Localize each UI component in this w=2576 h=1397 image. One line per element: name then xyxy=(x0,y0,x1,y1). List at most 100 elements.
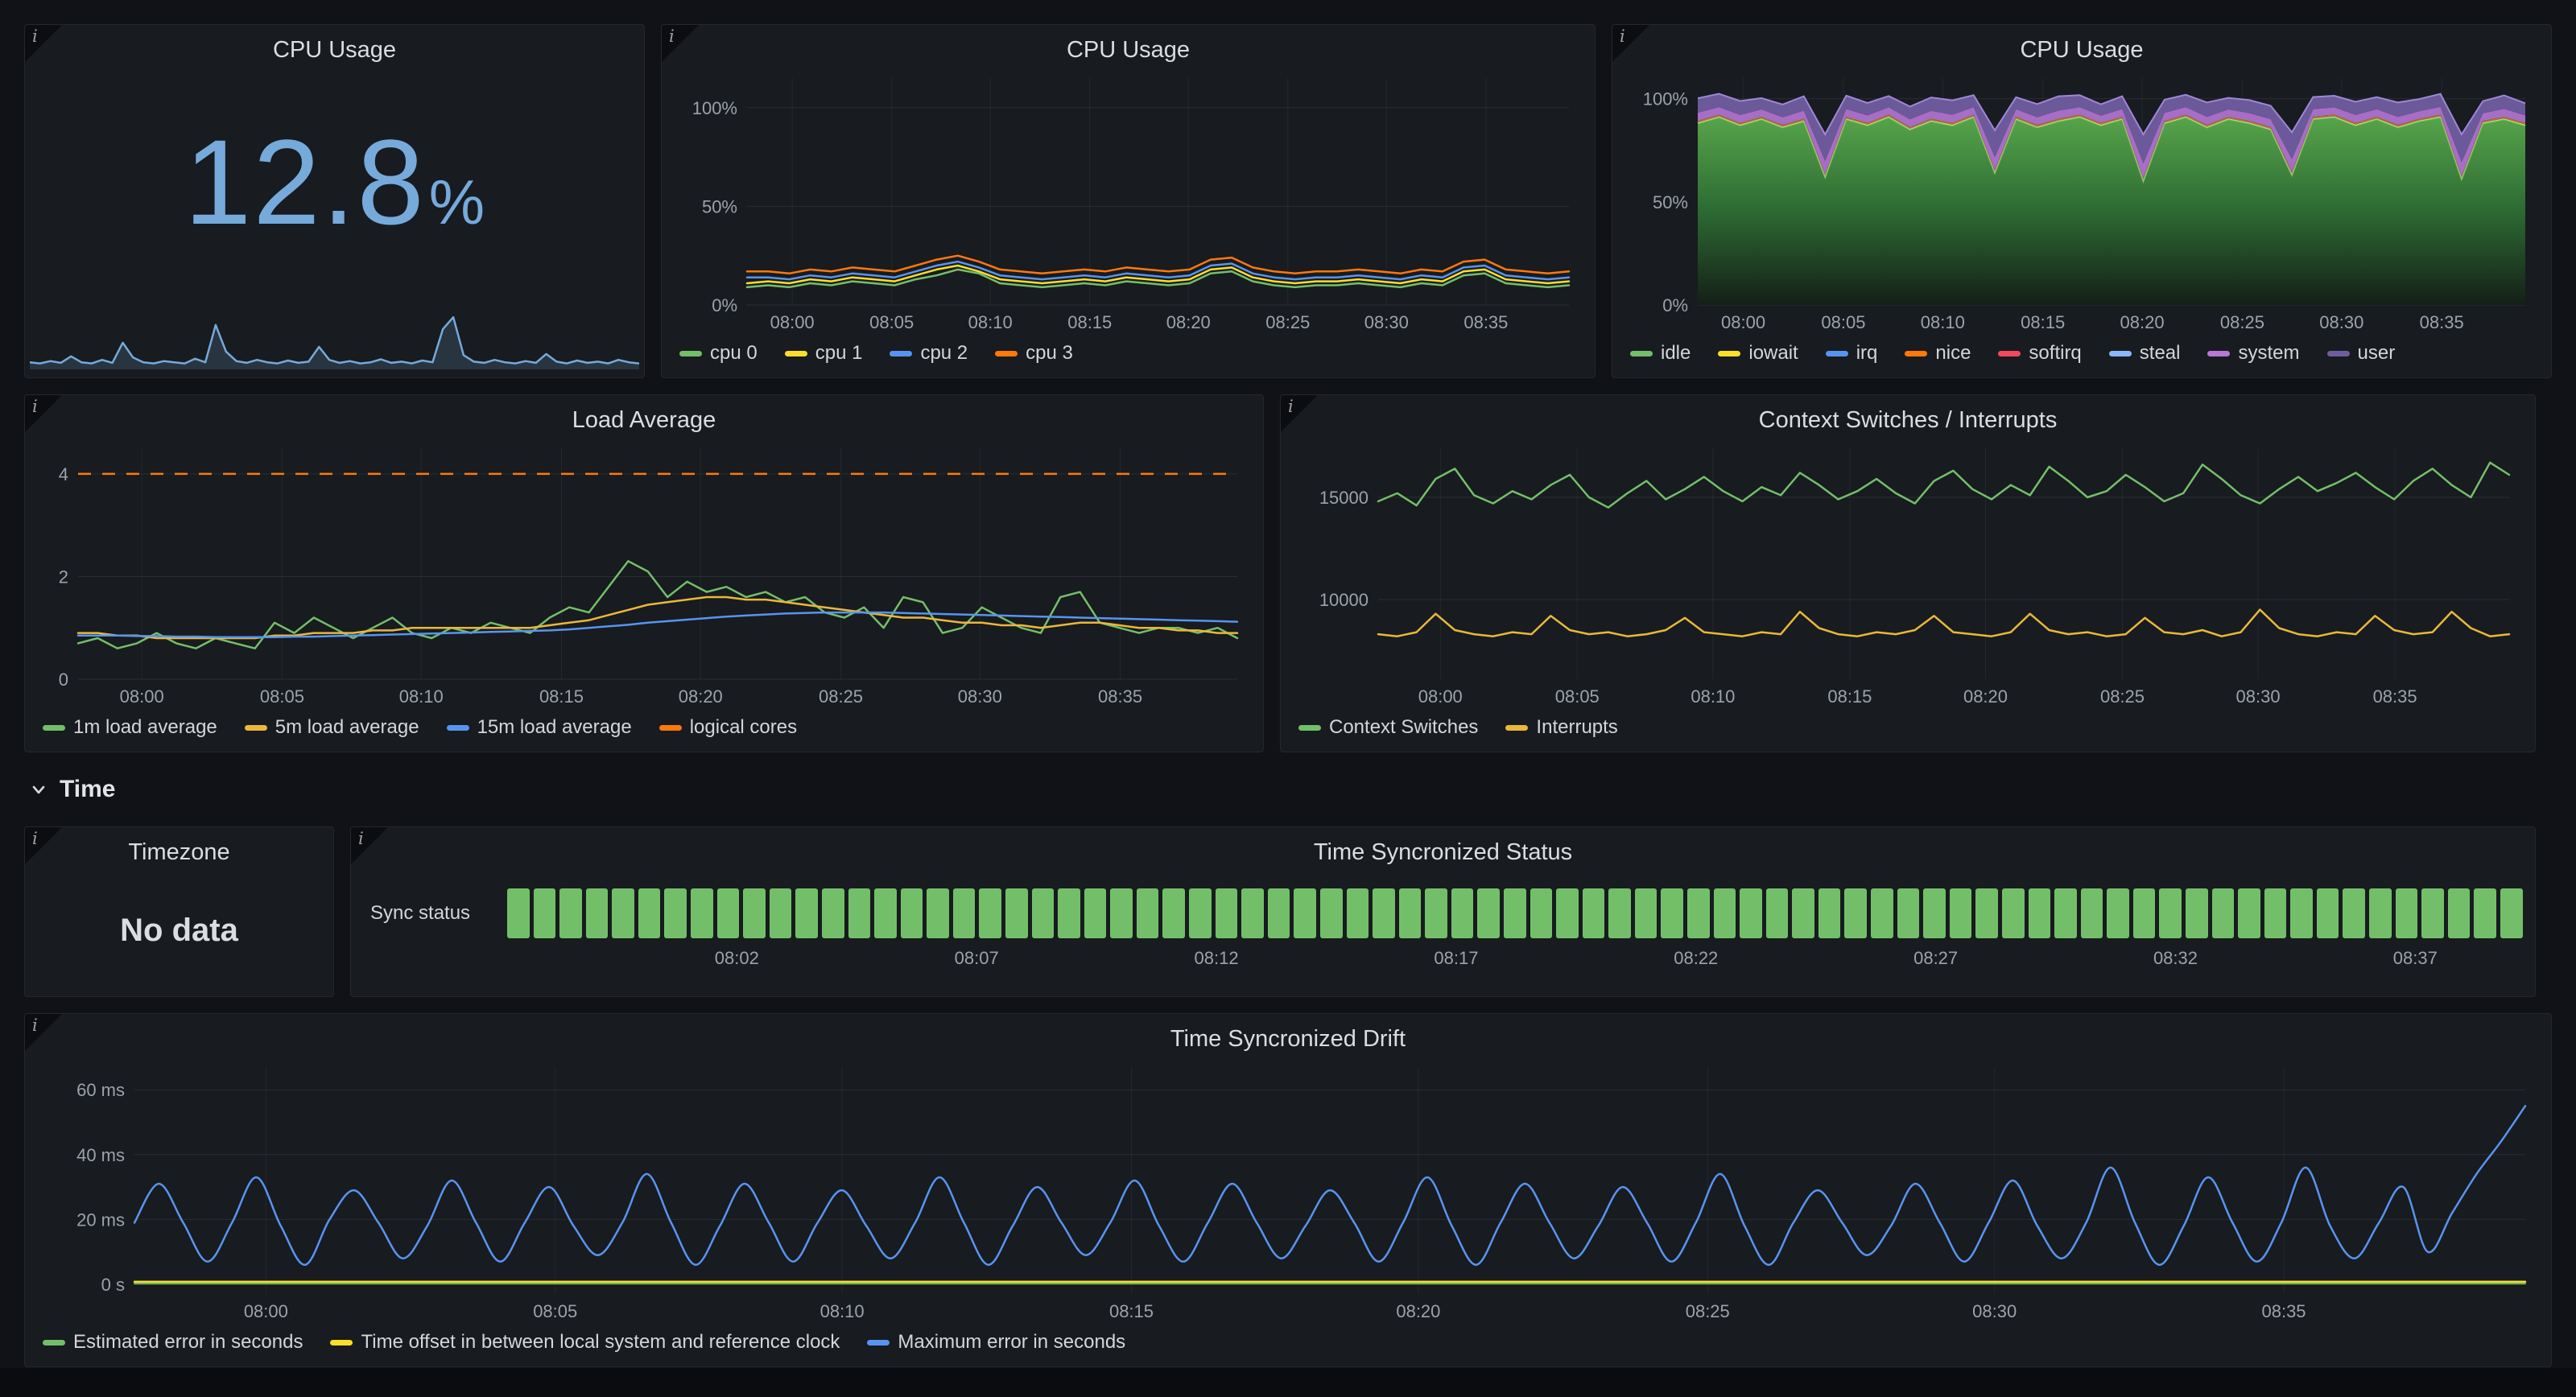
legend-item[interactable]: Time offset in between local system and … xyxy=(330,1331,840,1354)
status-cell[interactable] xyxy=(1425,888,1447,938)
status-cell[interactable] xyxy=(1530,888,1553,938)
status-cell[interactable] xyxy=(953,888,976,938)
status-cell[interactable] xyxy=(2054,888,2077,938)
status-cell[interactable] xyxy=(1504,888,1526,938)
status-cell[interactable] xyxy=(2107,888,2129,938)
legend-item[interactable]: iowait xyxy=(1718,342,1798,365)
status-cell[interactable] xyxy=(1661,888,1683,938)
panel-title[interactable]: CPU Usage xyxy=(38,31,631,68)
status-cell[interactable] xyxy=(979,888,1001,938)
status-cell[interactable] xyxy=(507,888,530,938)
status-cell[interactable] xyxy=(664,888,687,938)
status-cell[interactable] xyxy=(901,888,923,938)
cpu-per-core-chart[interactable]: 08:0008:0508:1008:1508:2008:2508:3008:35… xyxy=(675,68,1582,336)
legend-item[interactable]: system xyxy=(2207,342,2299,365)
status-cell[interactable] xyxy=(1451,888,1474,938)
legend-item[interactable]: logical cores xyxy=(659,716,797,739)
status-cell[interactable] xyxy=(1058,888,1080,938)
status-cell[interactable] xyxy=(2369,888,2392,938)
status-cell[interactable] xyxy=(586,888,609,938)
status-cell[interactable] xyxy=(2159,888,2182,938)
status-cell[interactable] xyxy=(1871,888,1893,938)
status-cell[interactable] xyxy=(1635,888,1657,938)
legend-item[interactable]: Interrupts xyxy=(1505,716,1617,739)
context-switches-chart[interactable]: 08:0008:0508:1008:1508:2008:2508:3008:35… xyxy=(1294,439,2522,710)
status-cell[interactable] xyxy=(1241,888,1264,938)
legend-item[interactable]: 15m load average xyxy=(447,716,632,739)
cpu-stacked-chart[interactable]: 08:0008:0508:1008:1508:2008:2508:3008:35… xyxy=(1625,68,2538,336)
status-cell[interactable] xyxy=(1162,888,1185,938)
status-cell[interactable] xyxy=(2343,888,2365,938)
legend-item[interactable]: Context Switches xyxy=(1298,716,1478,739)
status-cell[interactable] xyxy=(1137,888,1159,938)
legend-item[interactable]: cpu 2 xyxy=(890,342,968,365)
panel-title[interactable]: Load Average xyxy=(38,402,1250,439)
status-cell[interactable] xyxy=(743,888,766,938)
status-cell[interactable] xyxy=(717,888,740,938)
legend-item[interactable]: user xyxy=(2327,342,2396,365)
status-cell[interactable] xyxy=(1897,888,1920,938)
status-cell[interactable] xyxy=(1950,888,1972,938)
status-cell[interactable] xyxy=(1844,888,1867,938)
status-cell[interactable] xyxy=(1740,888,1762,938)
status-cell[interactable] xyxy=(691,888,713,938)
status-cell[interactable] xyxy=(1792,888,1814,938)
status-cell[interactable] xyxy=(1032,888,1055,938)
status-cell[interactable] xyxy=(2421,888,2444,938)
legend-item[interactable]: nice xyxy=(1905,342,1971,365)
status-cell[interactable] xyxy=(1923,888,1946,938)
legend-item[interactable]: Estimated error in seconds xyxy=(43,1331,303,1354)
status-cell[interactable] xyxy=(1818,888,1841,938)
status-cell[interactable] xyxy=(2212,888,2235,938)
legend-item[interactable]: softirq xyxy=(1998,342,2081,365)
status-cell[interactable] xyxy=(1373,888,1395,938)
status-cell[interactable] xyxy=(2002,888,2025,938)
status-cell[interactable] xyxy=(1216,888,1238,938)
legend-item[interactable]: idle xyxy=(1630,342,1690,365)
status-cell[interactable] xyxy=(2317,888,2339,938)
status-cell[interactable] xyxy=(1294,888,1316,938)
legend-item[interactable]: irq xyxy=(1826,342,1878,365)
legend-item[interactable]: cpu 1 xyxy=(785,342,863,365)
sync-drift-chart[interactable]: 08:0008:0508:1008:1508:2008:2508:3008:35… xyxy=(38,1057,2538,1325)
legend-item[interactable]: Maximum error in seconds xyxy=(867,1331,1125,1354)
load-average-chart[interactable]: 08:0008:0508:1008:1508:2008:2508:3008:35… xyxy=(38,439,1250,710)
legend-item[interactable]: 1m load average xyxy=(43,716,217,739)
status-cell[interactable] xyxy=(2238,888,2260,938)
status-cell[interactable] xyxy=(1399,888,1422,938)
panel-title[interactable]: CPU Usage xyxy=(675,31,1582,68)
status-cell[interactable] xyxy=(2448,888,2471,938)
status-cell[interactable] xyxy=(2500,888,2523,938)
legend-item[interactable]: cpu 0 xyxy=(679,342,758,365)
status-cell[interactable] xyxy=(1084,888,1107,938)
status-cell[interactable] xyxy=(638,888,661,938)
status-cell[interactable] xyxy=(2186,888,2208,938)
status-cell[interactable] xyxy=(1110,888,1133,938)
panel-title[interactable]: Timezone xyxy=(38,834,320,871)
panel-title[interactable]: CPU Usage xyxy=(1625,31,2538,68)
status-cell[interactable] xyxy=(1975,888,1998,938)
status-cell[interactable] xyxy=(1583,888,1605,938)
status-cell[interactable] xyxy=(612,888,634,938)
status-cell[interactable] xyxy=(2264,888,2287,938)
status-cell[interactable] xyxy=(874,888,897,938)
status-cell[interactable] xyxy=(2396,888,2418,938)
status-cell[interactable] xyxy=(822,888,844,938)
status-cell[interactable] xyxy=(770,888,792,938)
status-cell[interactable] xyxy=(1005,888,1028,938)
status-cell[interactable] xyxy=(1268,888,1290,938)
status-cell[interactable] xyxy=(927,888,949,938)
status-cell[interactable] xyxy=(2290,888,2313,938)
legend-item[interactable]: steal xyxy=(2109,342,2181,365)
status-cell[interactable] xyxy=(2474,888,2496,938)
status-cell[interactable] xyxy=(2029,888,2051,938)
status-cell[interactable] xyxy=(1687,888,1710,938)
status-cell[interactable] xyxy=(1714,888,1736,938)
status-cell[interactable] xyxy=(1189,888,1212,938)
status-cell[interactable] xyxy=(848,888,871,938)
status-cell[interactable] xyxy=(1608,888,1631,938)
status-cell[interactable] xyxy=(559,888,582,938)
panel-title[interactable]: Context Switches / Interrupts xyxy=(1294,402,2522,439)
panel-title[interactable]: Time Syncronized Drift xyxy=(38,1020,2538,1057)
status-cell[interactable] xyxy=(1477,888,1500,938)
